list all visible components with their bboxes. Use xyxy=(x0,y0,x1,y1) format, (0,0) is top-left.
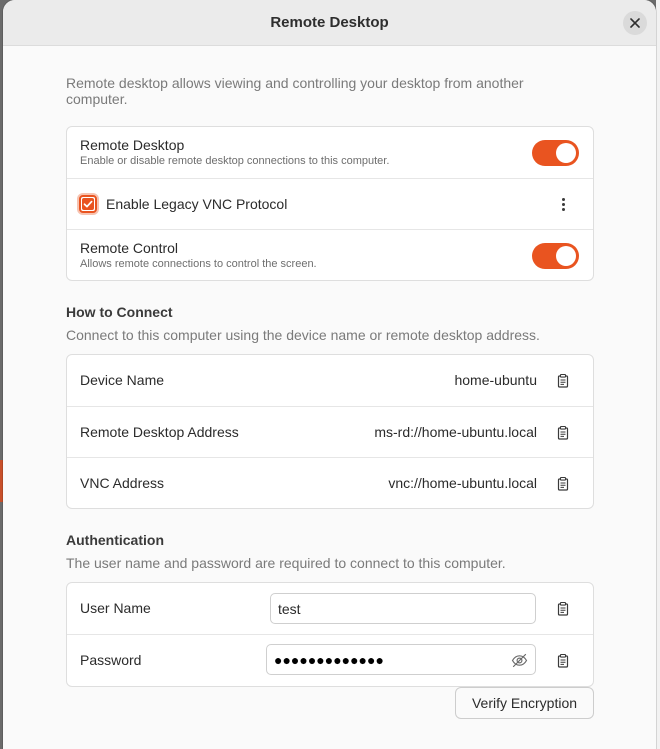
close-button[interactable] xyxy=(623,11,647,35)
eye-slash-icon[interactable] xyxy=(511,652,528,669)
device-name-label: Device Name xyxy=(80,372,165,388)
connect-info-card: Device Name home-ubuntu Remote Desktop A… xyxy=(66,354,594,509)
close-icon xyxy=(630,18,640,28)
legacy-vnc-checkbox[interactable] xyxy=(79,195,97,213)
rd-address-value: ms-rd://home-ubuntu.local xyxy=(374,424,537,440)
username-value: test xyxy=(278,600,301,617)
vnc-address-value: vnc://home-ubuntu.local xyxy=(388,475,537,491)
intro-text: Remote desktop allows viewing and contro… xyxy=(66,75,524,107)
copy-icon[interactable] xyxy=(555,425,571,441)
remote-desktop-address-row: Remote Desktop Address ms-rd://home-ubun… xyxy=(67,407,593,458)
copy-icon[interactable] xyxy=(555,653,571,669)
remote-control-row: Remote Control Allows remote connections… xyxy=(67,230,593,281)
vnc-address-row: VNC Address vnc://home-ubuntu.local xyxy=(67,458,593,509)
remote-control-toggle[interactable] xyxy=(532,243,579,269)
legacy-vnc-row: Enable Legacy VNC Protocol xyxy=(67,179,593,230)
verify-encryption-button[interactable]: Verify Encryption xyxy=(455,687,594,719)
dialog-content: Remote desktop allows viewing and contro… xyxy=(66,46,594,719)
remote-desktop-row: Remote Desktop Enable or disable remote … xyxy=(67,127,593,179)
password-row: Password ●●●●●●●●●●●●● xyxy=(67,635,593,686)
remote-desktop-title: Remote Desktop xyxy=(80,137,185,153)
more-vertical-icon[interactable] xyxy=(555,194,571,214)
device-name-row: Device Name home-ubuntu xyxy=(67,355,593,407)
copy-icon[interactable] xyxy=(555,373,571,389)
toggle-knob xyxy=(556,246,576,266)
sharing-card: Remote Desktop Enable or disable remote … xyxy=(66,126,594,281)
username-field[interactable]: test xyxy=(270,593,536,624)
device-name-value: home-ubuntu xyxy=(454,372,537,388)
remote-control-subtitle: Allows remote connections to control the… xyxy=(80,258,317,270)
remote-desktop-toggle[interactable] xyxy=(532,140,579,166)
authentication-subtitle: The user name and password are required … xyxy=(66,555,506,571)
remote-control-title: Remote Control xyxy=(80,240,179,256)
username-label: User Name xyxy=(80,600,151,616)
background-window-edge xyxy=(656,0,660,749)
copy-icon[interactable] xyxy=(555,601,571,617)
copy-icon[interactable] xyxy=(555,476,571,492)
password-field[interactable]: ●●●●●●●●●●●●● xyxy=(266,644,536,675)
password-masked-value: ●●●●●●●●●●●●● xyxy=(274,651,384,668)
rd-address-label: Remote Desktop Address xyxy=(80,424,239,440)
dialog-header: Remote Desktop xyxy=(3,0,656,46)
dialog-title: Remote Desktop xyxy=(270,14,389,31)
check-icon xyxy=(82,198,94,210)
how-to-connect-title: How to Connect xyxy=(66,304,173,320)
username-row: User Name test xyxy=(67,583,593,635)
authentication-card: User Name test Password ●●●●●●●●●●●●● xyxy=(66,582,594,687)
vnc-address-label: VNC Address xyxy=(80,475,165,491)
authentication-title: Authentication xyxy=(66,532,164,548)
legacy-vnc-label: Enable Legacy VNC Protocol xyxy=(106,196,288,212)
remote-desktop-subtitle: Enable or disable remote desktop connect… xyxy=(80,155,390,167)
password-label: Password xyxy=(80,652,142,668)
toggle-knob xyxy=(556,143,576,163)
how-to-connect-subtitle: Connect to this computer using the devic… xyxy=(66,327,540,343)
remote-desktop-dialog: Remote Desktop Remote desktop allows vie… xyxy=(3,0,656,749)
